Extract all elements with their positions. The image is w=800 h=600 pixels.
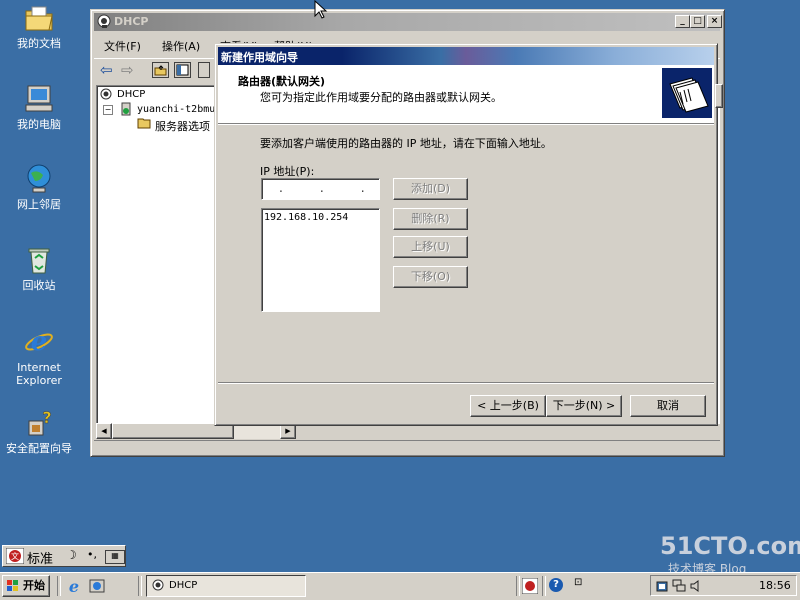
- dhcp-app-icon: [97, 14, 111, 28]
- ip-address-input[interactable]: . . .: [261, 178, 380, 200]
- dhcp-title-bar[interactable]: DHCP _ □ ×: [94, 13, 722, 31]
- remove-button[interactable]: 删除(R): [393, 208, 468, 230]
- ime-mode-label[interactable]: 标准: [27, 548, 53, 567]
- tray-volume-icon[interactable]: [689, 579, 703, 593]
- clock[interactable]: 18:56: [759, 579, 791, 592]
- start-button[interactable]: 开始: [2, 575, 50, 597]
- server-icon: [121, 102, 131, 116]
- wizard-footer-divider: [218, 382, 714, 384]
- move-up-button[interactable]: 上移(U): [393, 236, 468, 258]
- recycle-bin-icon: [28, 248, 50, 274]
- mouse-cursor-icon: [314, 0, 328, 19]
- wizard-instruction: 要添加客户端使用的路由器的 IP 地址，请在下面输入地址。: [260, 137, 552, 150]
- wizard-title: 新建作用域向导: [221, 51, 298, 64]
- back-button[interactable]: < 上一步(B): [470, 395, 546, 417]
- desktop-icon-my-documents[interactable]: 我的文档: [1, 2, 77, 50]
- svg-text:?: ?: [42, 408, 51, 427]
- dhcp-tree-pane: DHCP − yuanchi-t2bmu 服务器选项: [96, 85, 218, 424]
- menu-file[interactable]: 文件(F): [104, 38, 141, 54]
- vertical-scroll-thumb[interactable]: [715, 84, 723, 108]
- desktop-icon-label: 安全配置向导: [6, 442, 72, 455]
- dhcp-window-title: DHCP: [114, 15, 149, 28]
- folder-documents-icon: [25, 6, 53, 31]
- desktop-icon-label: Internet Explorer: [16, 361, 62, 387]
- svg-text:e: e: [31, 327, 48, 357]
- dhcp-node-icon: [100, 88, 112, 100]
- tree-server[interactable]: yuanchi-t2bmu: [137, 104, 215, 115]
- desktop-icon-label: 我的电脑: [17, 118, 61, 131]
- windows-logo-icon: [7, 580, 18, 591]
- help-icon[interactable]: ?: [549, 578, 563, 592]
- desktop-icon-security-wizard[interactable]: ? 安全配置向导: [1, 407, 77, 455]
- forward-arrow-icon[interactable]: ⇨: [121, 61, 134, 79]
- tree-server-options[interactable]: 服务器选项: [155, 118, 210, 134]
- router-address-list[interactable]: 192.168.10.254: [261, 208, 380, 312]
- ip-address-placeholder: . . .: [264, 182, 387, 195]
- wizard-title-bar[interactable]: 新建作用域向导: [218, 47, 714, 65]
- desktop-icon-recycle-bin[interactable]: 回收站: [1, 244, 77, 292]
- desktop-icon-label: 回收站: [22, 279, 56, 292]
- back-arrow-icon[interactable]: ⇦: [100, 61, 113, 79]
- toolbar-button-partial[interactable]: [198, 62, 210, 78]
- tree-expander[interactable]: −: [103, 105, 113, 115]
- tree-root-dhcp[interactable]: DHCP: [117, 89, 145, 100]
- minimize-button[interactable]: _: [675, 15, 690, 28]
- next-button[interactable]: 下一步(N) >: [546, 395, 622, 417]
- wizard-body: 要添加客户端使用的路由器的 IP 地址，请在下面输入地址。 IP 地址(P): …: [218, 124, 714, 383]
- taskbar-separator: [516, 576, 520, 596]
- quicklaunch-explorer-icon[interactable]: [89, 578, 105, 594]
- svg-text:文: 文: [11, 551, 19, 561]
- new-scope-wizard: 新建作用域向导 路由器(默认网关) 您可为指定此作用域要分配的路由器或默认网关。…: [214, 43, 718, 426]
- tray-network-icon[interactable]: [672, 579, 686, 593]
- tray-ime-icon[interactable]: [522, 578, 538, 594]
- desktop-icon-my-computer[interactable]: 我的电脑: [1, 83, 77, 131]
- ime-keyboard-icon[interactable]: ▦: [105, 550, 125, 564]
- wizard-header: 路由器(默认网关) 您可为指定此作用域要分配的路由器或默认网关。: [218, 65, 714, 124]
- computer-icon: [25, 85, 53, 112]
- watermark-title: 51CTO.com: [660, 532, 800, 560]
- wizard-folders-icon: [662, 68, 712, 118]
- internet-explorer-icon: e: [25, 327, 53, 357]
- close-button[interactable]: ×: [707, 15, 722, 28]
- menu-action[interactable]: 操作(A): [162, 38, 200, 54]
- taskbar-separator: [138, 576, 142, 596]
- dhcp-task-icon: [152, 579, 164, 591]
- taskbar-task-dhcp[interactable]: DHCP: [146, 575, 306, 597]
- desktop-icon-internet-explorer[interactable]: e Internet Explorer: [1, 326, 77, 387]
- tray-security-icon[interactable]: [655, 579, 669, 593]
- quicklaunch-ie-icon[interactable]: e: [66, 578, 82, 594]
- add-button[interactable]: 添加(D): [393, 178, 468, 200]
- desktop-icon-label: 我的文档: [17, 37, 61, 50]
- ime-punctuation-icon[interactable]: •,: [87, 548, 97, 561]
- taskbar-separator: [542, 576, 546, 596]
- svg-text:e: e: [69, 578, 79, 594]
- wizard-header-title: 路由器(默认网关): [238, 75, 326, 88]
- up-folder-icon[interactable]: [152, 62, 169, 78]
- security-wizard-icon: ?: [28, 408, 52, 436]
- ime-halfwidth-icon[interactable]: ☽: [66, 548, 77, 562]
- ip-address-label: IP 地址(P):: [260, 165, 315, 178]
- desktop-icon-network[interactable]: 网上邻居: [1, 163, 77, 211]
- dhcp-status-bar: [94, 440, 720, 455]
- wizard-header-subtitle: 您可为指定此作用域要分配的路由器或默认网关。: [260, 91, 502, 104]
- list-item[interactable]: 192.168.10.254: [264, 212, 348, 223]
- show-hide-tree-icon[interactable]: [174, 62, 191, 78]
- ime-language-bar: 文 标准 ☽ •, ▦: [2, 545, 126, 567]
- task-label: DHCP: [169, 580, 198, 591]
- system-tray: 18:56: [650, 575, 797, 596]
- desktop-icon-label: 网上邻居: [17, 198, 61, 211]
- language-toggle-icon[interactable]: ⊡: [574, 577, 582, 588]
- ime-logo-icon[interactable]: 文: [6, 548, 24, 564]
- scroll-left-icon[interactable]: ◀: [96, 423, 112, 439]
- start-label: 开始: [23, 579, 45, 592]
- maximize-button[interactable]: □: [690, 15, 705, 28]
- folder-icon: [137, 118, 151, 129]
- cancel-button[interactable]: 取消: [630, 395, 706, 417]
- network-globe-icon: [27, 164, 51, 193]
- move-down-button[interactable]: 下移(O): [393, 266, 468, 288]
- taskbar-separator: [57, 576, 61, 596]
